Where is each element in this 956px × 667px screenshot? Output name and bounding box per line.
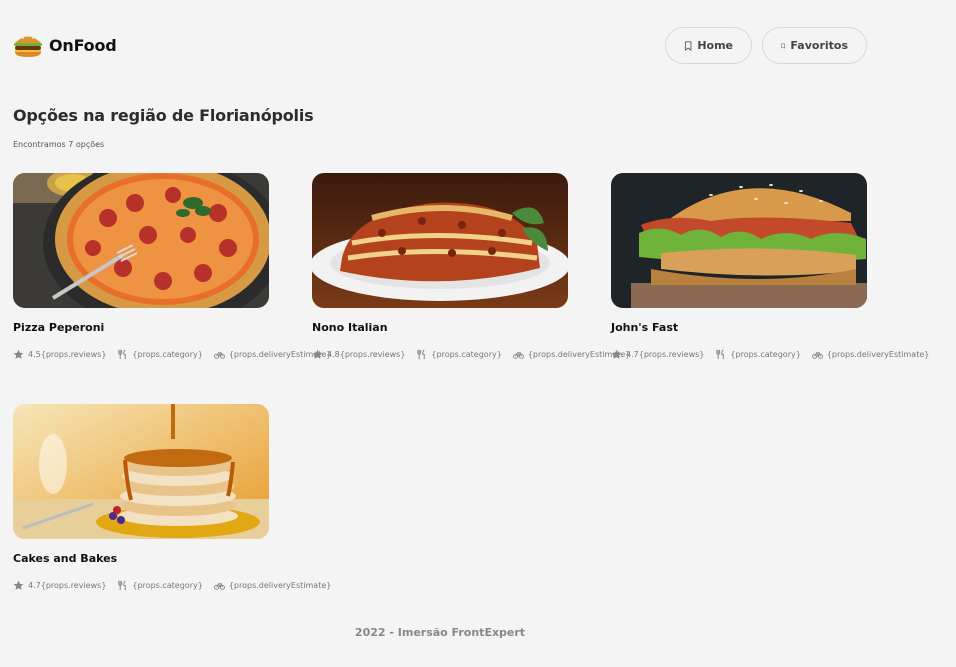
restaurant-image[interactable] (312, 173, 568, 308)
rating-text: 4.7{props.reviews} (626, 350, 705, 359)
utensils-icon (417, 349, 426, 360)
restaurant-card[interactable]: Pizza Peperoni 4.5{props.reviews} {props… (13, 173, 331, 373)
category-text: {props.category} (132, 350, 203, 359)
delivery-estimate: {props.deliveryEstimate} (213, 580, 332, 591)
rating: 4.7{props.reviews} (13, 580, 106, 591)
bookmark-icon (781, 43, 785, 48)
restaurant-card[interactable]: John's Fast 4.7{props.reviews} {props.ca… (611, 173, 929, 373)
favorites-button[interactable]: Favoritos (762, 27, 867, 64)
main-nav: Home Favoritos (665, 27, 867, 64)
restaurant-meta: 4.7{props.reviews} {props.category} {pro… (13, 580, 342, 591)
bookmark-icon (684, 40, 692, 51)
rating-text: 4.5{props.reviews} (28, 350, 107, 359)
restaurant-name[interactable]: Nono Italian (312, 321, 388, 334)
category: {props.category} (416, 349, 502, 360)
delivery-text: {props.deliveryEstimate} (228, 581, 332, 590)
rating: 4.5{props.reviews} (13, 349, 106, 360)
results-count: Encontramos 7 opções (13, 140, 105, 149)
burger-image (611, 173, 867, 308)
star-icon (13, 349, 24, 359)
category-text: {props.category} (431, 350, 502, 359)
restaurant-image[interactable] (611, 173, 867, 308)
rating: 4.7{props.reviews} (611, 349, 704, 360)
restaurant-card[interactable]: Cakes and Bakes 4.7{props.reviews} {prop… (13, 404, 331, 604)
restaurant-meta: 4.7{props.reviews} {props.category} {pro… (611, 349, 940, 360)
header: OnFood Home Favoritos (13, 27, 867, 64)
lasagna-image (312, 173, 568, 308)
home-button[interactable]: Home (665, 27, 752, 64)
restaurant-name[interactable]: Cakes and Bakes (13, 552, 117, 565)
utensils-icon (716, 349, 725, 360)
restaurant-image[interactable] (13, 173, 269, 308)
restaurant-name[interactable]: Pizza Peperoni (13, 321, 104, 334)
restaurant-meta: 4.5{props.reviews} {props.category} {pro… (13, 349, 342, 360)
logo[interactable]: OnFood (13, 32, 117, 58)
star-icon (312, 349, 323, 359)
bike-icon (213, 352, 225, 359)
page-title: Opções na região de Florianópolis (13, 106, 314, 125)
delivery-estimate: {props.deliveryEstimate} (811, 349, 930, 360)
bike-icon (512, 352, 524, 359)
bike-icon (811, 352, 823, 359)
footer: 2022 - Imersão FrontExpert (354, 626, 526, 639)
pizza-image (13, 173, 269, 308)
app-name: OnFood (49, 35, 117, 55)
category: {props.category} (715, 349, 801, 360)
restaurant-meta: 4.8{props.reviews} {props.category} {pro… (312, 349, 641, 360)
home-label: Home (697, 39, 733, 52)
rating: 4.8{props.reviews} (312, 349, 405, 360)
star-icon (13, 580, 24, 590)
restaurant-image[interactable] (13, 404, 269, 539)
utensils-icon (118, 580, 127, 591)
category: {props.category} (117, 580, 203, 591)
utensils-icon (118, 349, 127, 360)
pancakes-image (13, 404, 269, 539)
category: {props.category} (117, 349, 203, 360)
star-icon (611, 349, 622, 359)
rating-text: 4.8{props.reviews} (327, 350, 406, 359)
restaurant-name[interactable]: John's Fast (611, 321, 678, 334)
restaurant-card[interactable]: Nono Italian 4.8{props.reviews} {props.c… (312, 173, 630, 373)
category-text: {props.category} (730, 350, 801, 359)
burger-icon (14, 35, 42, 57)
rating-text: 4.7{props.reviews} (28, 581, 107, 590)
delivery-text: {props.deliveryEstimate} (826, 350, 930, 359)
favorites-label: Favoritos (790, 39, 848, 52)
bike-icon (213, 583, 225, 590)
category-text: {props.category} (132, 581, 203, 590)
